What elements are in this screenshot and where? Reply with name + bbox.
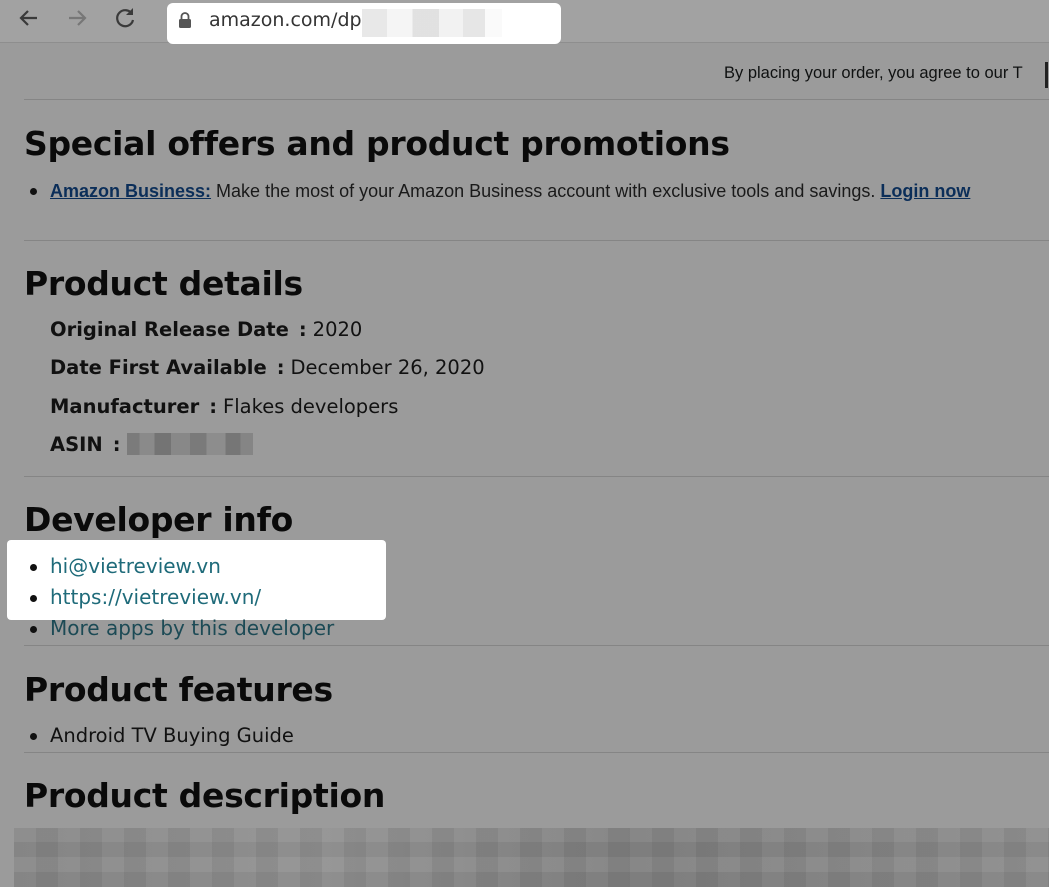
- feature-item: Android TV Buying Guide: [50, 724, 294, 747]
- bullet: [30, 564, 37, 571]
- detail-sep: :: [298, 318, 307, 341]
- offer-item: Amazon Business: Make the most of your A…: [50, 181, 970, 202]
- product-details-heading: Product details: [24, 264, 303, 303]
- description-redacted: [14, 828, 1049, 887]
- detail-sep: :: [276, 356, 285, 379]
- more-apps-link[interactable]: More apps by this developer: [50, 616, 334, 640]
- divider: [24, 645, 1049, 646]
- detail-value: 2020: [312, 318, 363, 341]
- bullet: [30, 733, 37, 740]
- divider: [24, 240, 1049, 241]
- divider: [24, 476, 1049, 477]
- url-redacted: [362, 9, 502, 37]
- detail-key: Date First Available: [50, 356, 267, 379]
- detail-row-asin: ASIN:: [50, 433, 127, 456]
- browser-toolbar: amazon.com/dp: [0, 0, 1049, 44]
- developer-website-link[interactable]: https://vietreview.vn/: [50, 585, 261, 609]
- detail-sep: :: [209, 395, 218, 418]
- lock-icon: [179, 12, 191, 28]
- address-bar[interactable]: amazon.com/dp: [167, 3, 561, 44]
- amazon-business-link[interactable]: Amazon Business:: [50, 181, 211, 201]
- product-features-heading: Product features: [24, 670, 333, 709]
- arrow-left-icon: [19, 10, 37, 26]
- reload-icon: [116, 8, 135, 28]
- developer-info-heading: Developer info: [24, 500, 294, 539]
- divider: [24, 752, 1049, 753]
- url-text: amazon.com/dp: [209, 9, 362, 31]
- reload-button[interactable]: [112, 5, 138, 31]
- back-button[interactable]: [16, 5, 42, 31]
- bullet: [30, 595, 37, 602]
- login-now-link[interactable]: Login now: [880, 181, 970, 201]
- offer-description: Make the most of your Amazon Business ac…: [211, 181, 881, 201]
- scroll-edge: [1045, 62, 1048, 88]
- arrow-right-icon: [69, 10, 87, 26]
- order-agreement-text: By placing your order, you agree to our …: [724, 64, 1023, 82]
- detail-row-manufacturer: Manufacturer: Flakes developers: [50, 395, 398, 418]
- bullet: [30, 188, 37, 195]
- forward-button[interactable]: [64, 5, 90, 31]
- detail-value: Flakes developers: [223, 395, 399, 418]
- detail-sep: :: [112, 433, 121, 456]
- detail-key: ASIN: [50, 433, 103, 456]
- detail-key: Manufacturer: [50, 395, 200, 418]
- offers-heading: Special offers and product promotions: [24, 124, 730, 163]
- detail-value: December 26, 2020: [290, 356, 485, 379]
- divider: [24, 99, 1049, 100]
- product-description-heading: Product description: [24, 776, 386, 815]
- asin-redacted: [127, 433, 253, 455]
- detail-key: Original Release Date: [50, 318, 289, 341]
- bullet: [30, 626, 37, 633]
- developer-email-link[interactable]: hi@vietreview.vn: [50, 554, 221, 578]
- detail-row-first-available: Date First Available: December 26, 2020: [50, 356, 485, 379]
- detail-row-release-date: Original Release Date:2020: [50, 318, 362, 341]
